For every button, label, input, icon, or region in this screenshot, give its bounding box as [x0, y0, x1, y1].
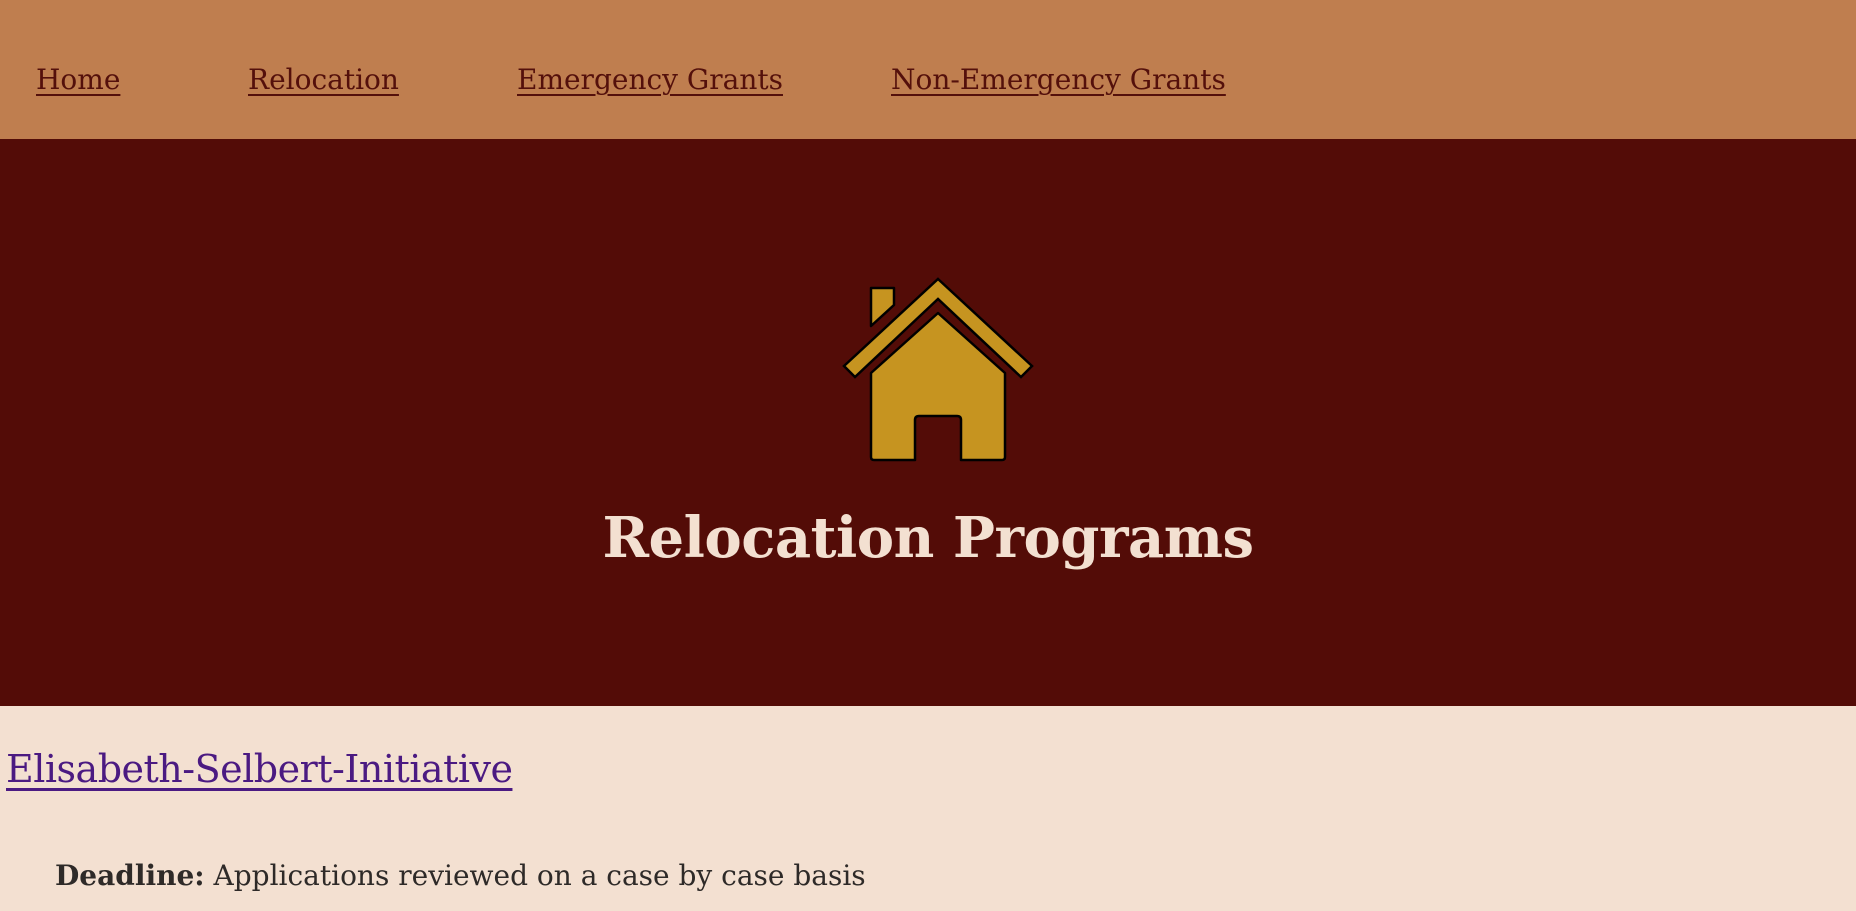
program-deadline: Deadline: Applications reviewed on a cas…	[55, 858, 866, 894]
deadline-value: Applications reviewed on a case by case …	[213, 859, 866, 892]
nav-link-home[interactable]: Home	[36, 60, 120, 100]
deadline-label: Deadline:	[55, 859, 205, 892]
nav-link-emergency-grants[interactable]: Emergency Grants	[517, 60, 783, 100]
hero-banner: Relocation Programs	[0, 139, 1856, 706]
nav-link-non-emergency-grants[interactable]: Non-Emergency Grants	[891, 60, 1226, 100]
house-icon	[842, 277, 1034, 462]
program-list: Elisabeth-Selbert-Initiative Deadline: A…	[0, 706, 1856, 911]
top-navigation: Home Relocation Emergency Grants Non-Eme…	[0, 0, 1856, 139]
program-title-link[interactable]: Elisabeth-Selbert-Initiative	[6, 744, 513, 794]
page-title: Relocation Programs	[602, 505, 1254, 571]
nav-link-relocation[interactable]: Relocation	[248, 60, 399, 100]
